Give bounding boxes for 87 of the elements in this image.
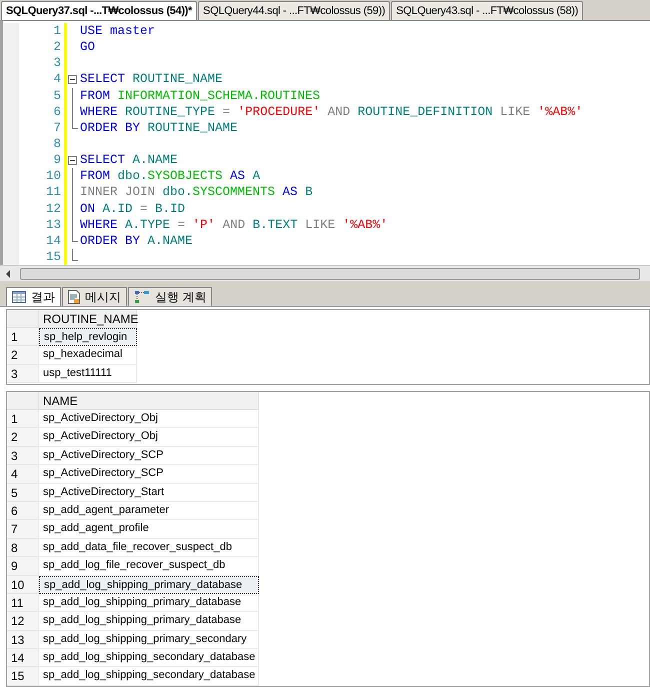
code-line: ORDER BY ROUTINE_NAME [80,120,238,136]
row-number: 15 [7,667,39,686]
row-number: 3 [7,446,39,466]
code-line: ON A.ID = B.ID [80,200,186,217]
grid-cell[interactable]: sp_add_log_shipping_secondary_database [39,649,259,668]
tab-label: 메시지 [85,289,121,306]
grid-cell[interactable]: sp_ActiveDirectory_Start [39,484,259,502]
document-tab[interactable]: SQLQuery43.sql - ...FT₩colossus (58)) [391,1,584,20]
grid-cell[interactable]: sp_ActiveDirectory_SCP [39,465,259,484]
grid-corner [7,392,39,410]
line-number: 11 [44,184,62,200]
column-header: NAME [39,392,259,410]
results-tab[interactable]: 실행 계획 [128,287,212,306]
collapse-icon[interactable] [68,156,77,165]
line-number: 12 [44,200,62,217]
code-line: SELECT A.NAME [80,152,178,168]
grid-cell[interactable]: sp_add_agent_parameter [39,502,259,520]
line-number: 5 [52,88,62,104]
line-number: 2 [52,39,62,56]
row-number: 2 [7,428,39,447]
line-number: 10 [44,168,62,184]
row-number: 10 [7,576,39,594]
fold-end-line [72,120,78,129]
grid-cell[interactable]: usp_test11111 [39,364,137,384]
document-tab[interactable]: SQLQuery44.sql - ...FT₩colossus (59)) [198,1,390,20]
tab-label: 결과 [31,289,55,306]
row-number: 13 [7,630,39,650]
code-line: FROM dbo.SYSOBJECTS AS A [80,168,260,184]
code-line: FROM INFORMATION_SCHEMA.ROUTINES [80,88,320,104]
document-tab[interactable]: SQLQuery37.sql -...T₩colossus (54))* [1,1,198,20]
line-number: 7 [52,120,62,136]
code-editor[interactable] [0,20,650,265]
row-number: 12 [7,612,39,631]
column-header: ROUTINE_NAME [39,310,137,328]
grid-cell[interactable]: sp_add_log_shipping_primary_database [39,576,259,594]
line-number: 1 [52,23,62,40]
row-number: 1 [7,410,39,428]
line-number: 14 [44,232,62,249]
line-number: 6 [52,104,62,120]
code-line: WHERE ROUTINE_TYPE = 'PROCEDURE' AND ROUTINE_DEFINITION LIKE '%AB%' [80,104,583,120]
code-line: GO [80,39,96,56]
code-line: WHERE A.TYPE = 'P' AND B.TEXT LIKE '%AB%' [80,216,388,233]
horizontal-scrollbar[interactable] [0,265,650,281]
grid-cell[interactable]: sp_add_log_shipping_primary_secondary [39,630,259,650]
code-line: ORDER BY A.NAME [80,232,193,249]
row-number: 7 [7,520,39,539]
line-number: 15 [44,249,62,266]
row-number: 14 [7,649,39,668]
line-number: 8 [52,136,62,152]
line-number: 9 [52,152,62,168]
line-number: 3 [52,55,62,72]
results-tab[interactable]: 결과 [6,287,61,306]
grid-cell[interactable]: sp_ActiveDirectory_Obj [39,410,259,428]
row-number: 11 [7,594,39,612]
fold-end-line [72,248,78,261]
grid-cell[interactable]: sp_hexadecimal [39,346,137,365]
grid-cell[interactable]: sp_help_revlogin [39,328,137,346]
row-number: 3 [7,364,39,384]
grid-cell[interactable]: sp_ActiveDirectory_Obj [39,428,259,447]
row-number: 9 [7,557,39,576]
row-number: 1 [7,328,39,346]
row-number: 6 [7,502,39,520]
row-number: 4 [7,465,39,484]
row-number: 5 [7,484,39,502]
document-icon [68,290,80,304]
collapse-icon[interactable] [68,74,77,84]
code-line: USE master [80,23,156,40]
scrollbar-thumb[interactable] [20,268,640,280]
grid-cell[interactable]: sp_add_agent_profile [39,520,259,539]
grid-cell[interactable]: sp_add_log_shipping_primary_database [39,594,259,612]
grid-cell[interactable]: sp_add_log_shipping_secondary_database [39,667,259,686]
fold-end-line [72,232,78,242]
grid-cell[interactable]: sp_ActiveDirectory_SCP [39,446,259,466]
tab-label: 실행 계획 [155,289,206,306]
grid-cell[interactable]: sp_add_data_file_recover_suspect_db [39,538,259,558]
grid-corner [7,310,39,328]
row-number: 2 [7,346,39,365]
grid-cell[interactable]: sp_add_log_shipping_primary_database [39,612,259,631]
scroll-left-icon[interactable] [4,270,12,278]
execution-plan-icon [134,290,150,304]
code-line: SELECT ROUTINE_NAME [80,71,223,88]
code-line: INNER JOIN dbo.SYSCOMMENTS AS B [80,184,313,200]
line-number: 4 [52,71,62,88]
results-tab[interactable]: 메시지 [62,287,127,306]
grid-icon [12,291,26,303]
line-number: 13 [44,216,62,233]
row-number: 8 [7,538,39,558]
